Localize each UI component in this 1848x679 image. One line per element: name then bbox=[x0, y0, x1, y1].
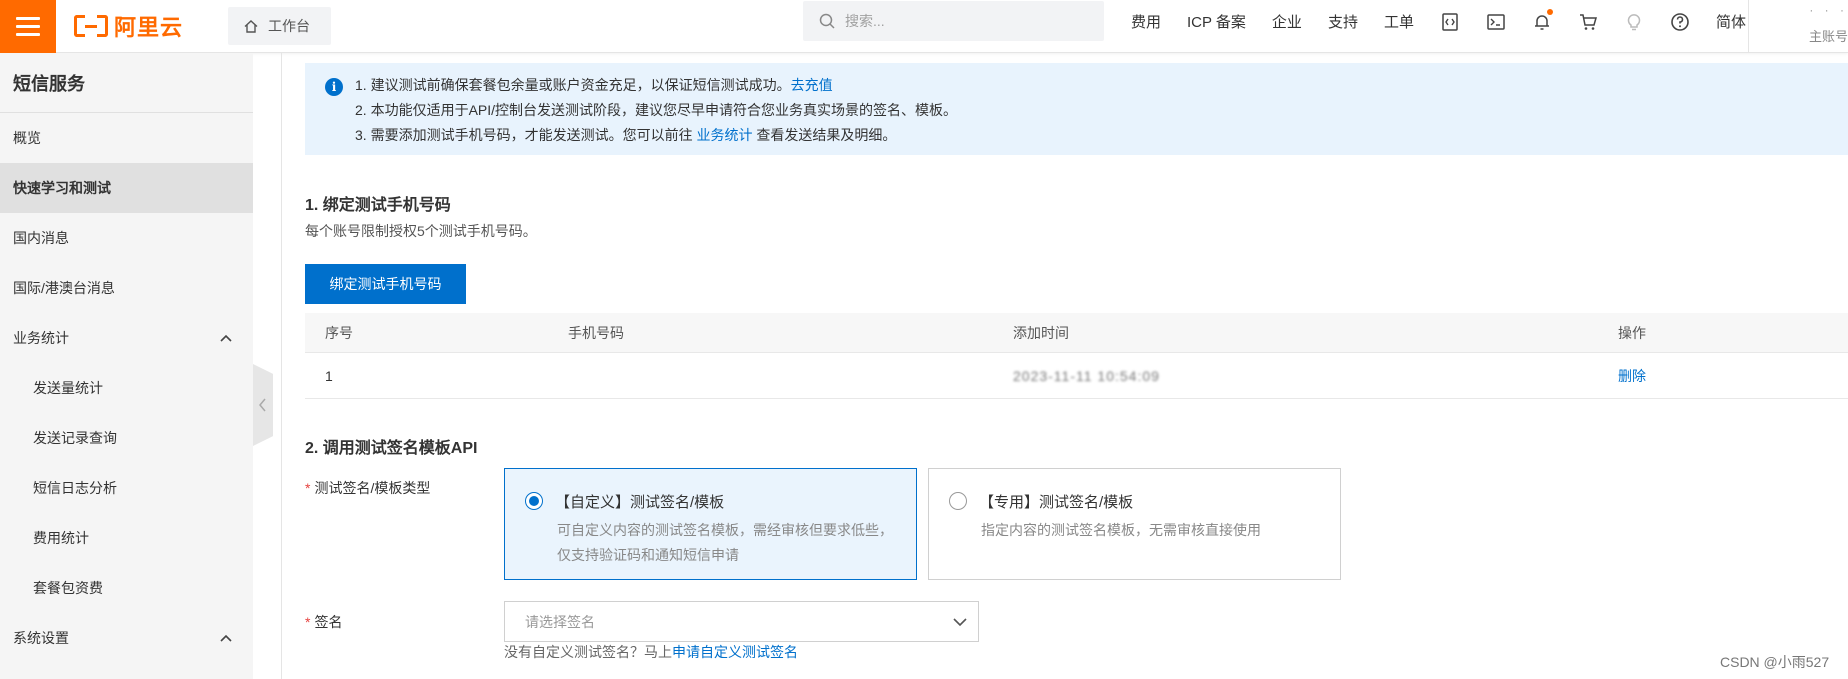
sidebar-item-log-analysis[interactable]: 短信日志分析 bbox=[0, 463, 253, 513]
logo-text: 阿里云 bbox=[114, 15, 184, 40]
sidebar-item-quick-start[interactable]: 快速学习和测试 bbox=[0, 163, 253, 213]
section-bind-phone-desc: 每个账号限制授权5个测试手机号码。 bbox=[305, 223, 537, 239]
search-icon bbox=[819, 13, 835, 29]
row-index: 1 bbox=[325, 367, 333, 384]
language-switch[interactable]: 简体 bbox=[1716, 11, 1746, 32]
top-nav: 费用 ICP 备案 企业 支持 工单 简体 bbox=[1118, 0, 1759, 43]
logo-mark-icon bbox=[74, 15, 108, 37]
custom-card-desc: 可自定义内容的测试签名模板，需经审核但要求低些，仅支持验证码和通知短信申请 bbox=[557, 522, 893, 563]
special-type-card[interactable]: 【专用】测试签名/模板 指定内容的测试签名模板，无需审核直接使用 bbox=[928, 468, 1341, 580]
delete-link[interactable]: 删除 bbox=[1618, 366, 1646, 386]
aliyun-logo[interactable]: 阿里云 bbox=[74, 0, 194, 53]
account-name: · · · bbox=[1809, 3, 1848, 17]
home-icon bbox=[244, 19, 258, 33]
bind-phone-button[interactable]: 绑定测试手机号码 bbox=[305, 264, 466, 304]
cart-icon[interactable] bbox=[1577, 11, 1599, 33]
sidebar: 短信服务 概览 快速学习和测试 国内消息 国际/港澳台消息 业务统计 发送量统计… bbox=[0, 53, 253, 679]
sidebar-item-settings[interactable]: 系统设置 bbox=[0, 613, 253, 663]
notification-dot bbox=[1546, 8, 1553, 15]
account-menu[interactable]: · · · 主账号 bbox=[1748, 0, 1848, 53]
sidebar-item-send-volume[interactable]: 发送量统计 bbox=[0, 363, 253, 413]
info-notice: i 1. 建议测试前确保套餐包余量或账户资金充足，以保证短信测试成功。去充值 2… bbox=[305, 63, 1848, 155]
account-type: 主账号 bbox=[1808, 29, 1848, 44]
recharge-link[interactable]: 去充值 bbox=[791, 77, 833, 93]
notice-line-1: 1. 建议测试前确保套餐包余量或账户资金充足，以保证短信测试成功。去充值 bbox=[355, 77, 833, 93]
apply-sign-link[interactable]: 申请自定义测试签名 bbox=[672, 644, 798, 660]
col-action: 操作 bbox=[1618, 324, 1646, 341]
custom-card-title: 【自定义】测试签名/模板 bbox=[555, 494, 725, 511]
col-time: 添加时间 bbox=[1013, 324, 1069, 341]
sidebar-item-package[interactable]: 套餐包资费 bbox=[0, 563, 253, 613]
terminal-icon[interactable] bbox=[1485, 11, 1507, 33]
sidebar-item-label: 业务统计 bbox=[13, 330, 69, 346]
main-content: i 1. 建议测试前确保套餐包余量或账户资金充足，以保证短信测试成功。去充值 2… bbox=[281, 53, 1848, 679]
sidebar-title: 短信服务 bbox=[0, 53, 253, 113]
workbench-button[interactable]: 工作台 bbox=[228, 7, 331, 45]
section-bind-phone-title: 1. 绑定测试手机号码 bbox=[305, 197, 451, 214]
section-api-title: 2. 调用测试签名模板API bbox=[305, 440, 478, 457]
menu-button[interactable] bbox=[0, 0, 56, 53]
sidebar-item-domestic[interactable]: 国内消息 bbox=[0, 213, 253, 263]
help-icon[interactable] bbox=[1669, 11, 1691, 33]
sidebar-item-label: 系统设置 bbox=[13, 630, 69, 646]
watermark: CSDN @小雨527 bbox=[1720, 654, 1830, 670]
chevron-up-icon bbox=[220, 634, 232, 642]
col-phone: 手机号码 bbox=[568, 324, 624, 341]
nav-ticket[interactable]: 工单 bbox=[1384, 11, 1414, 32]
chevron-up-icon bbox=[220, 334, 232, 342]
table-header: 序号 手机号码 添加时间 操作 bbox=[305, 313, 1848, 353]
sign-select-placeholder: 请选择签名 bbox=[525, 613, 595, 630]
special-radio[interactable] bbox=[949, 492, 967, 510]
statistics-link[interactable]: 业务统计 bbox=[696, 127, 752, 143]
top-bar: 阿里云 工作台 费用 ICP 备案 企业 支持 工单 简体 bbox=[0, 0, 1848, 53]
chevron-left-icon bbox=[259, 398, 266, 412]
sidebar-item-international[interactable]: 国际/港澳台消息 bbox=[0, 263, 253, 313]
notice-line-2: 2. 本功能仅适用于API/控制台发送测试阶段，建议您尽早申请符合您业务真实场景… bbox=[355, 102, 958, 118]
hamburger-icon bbox=[16, 17, 40, 36]
special-card-title: 【专用】测试签名/模板 bbox=[979, 494, 1134, 511]
info-icon: i bbox=[325, 78, 343, 96]
chevron-down-icon bbox=[953, 618, 967, 627]
code-icon[interactable] bbox=[1439, 11, 1461, 33]
sign-help: 没有自定义测试签名？马上申请自定义测试签名 bbox=[504, 644, 798, 660]
special-card-desc: 指定内容的测试签名模板，无需审核直接使用 bbox=[981, 522, 1261, 538]
row-time: 2023-11-11 10:54:09 bbox=[1013, 367, 1160, 384]
phone-table: 序号 手机号码 添加时间 操作 1 2023-11-11 10:54:09 删除 bbox=[305, 313, 1848, 399]
bell-icon[interactable] bbox=[1531, 8, 1553, 33]
type-label: * 测试签名/模板类型 bbox=[305, 480, 431, 496]
sidebar-item-overview[interactable]: 概览 bbox=[0, 113, 253, 163]
custom-type-card[interactable]: 【自定义】测试签名/模板 可自定义内容的测试签名模板，需经审核但要求低些，仅支持… bbox=[504, 468, 917, 580]
col-index: 序号 bbox=[325, 324, 353, 341]
sidebar-item-fee-stats[interactable]: 费用统计 bbox=[0, 513, 253, 563]
sidebar-item-send-records[interactable]: 发送记录查询 bbox=[0, 413, 253, 463]
sign-select[interactable]: 请选择签名 bbox=[504, 601, 979, 642]
custom-radio[interactable] bbox=[525, 492, 543, 510]
nav-support[interactable]: 支持 bbox=[1328, 11, 1358, 32]
bulb-icon[interactable] bbox=[1623, 11, 1645, 33]
sidebar-collapse-handle[interactable] bbox=[253, 364, 273, 446]
nav-enterprise[interactable]: 企业 bbox=[1272, 11, 1302, 32]
nav-icp[interactable]: ICP 备案 bbox=[1187, 11, 1246, 32]
sidebar-item-statistics[interactable]: 业务统计 bbox=[0, 313, 253, 363]
search-box[interactable] bbox=[803, 1, 1104, 41]
notice-line-3: 3. 需要添加测试手机号码，才能发送测试。您可以前往 业务统计 查看发送结果及明… bbox=[355, 127, 897, 143]
search-input[interactable] bbox=[845, 13, 1085, 29]
workbench-label: 工作台 bbox=[268, 18, 310, 34]
sign-label: * 签名 bbox=[305, 614, 343, 630]
nav-fees[interactable]: 费用 bbox=[1131, 11, 1161, 32]
table-row: 1 2023-11-11 10:54:09 删除 bbox=[305, 353, 1848, 399]
